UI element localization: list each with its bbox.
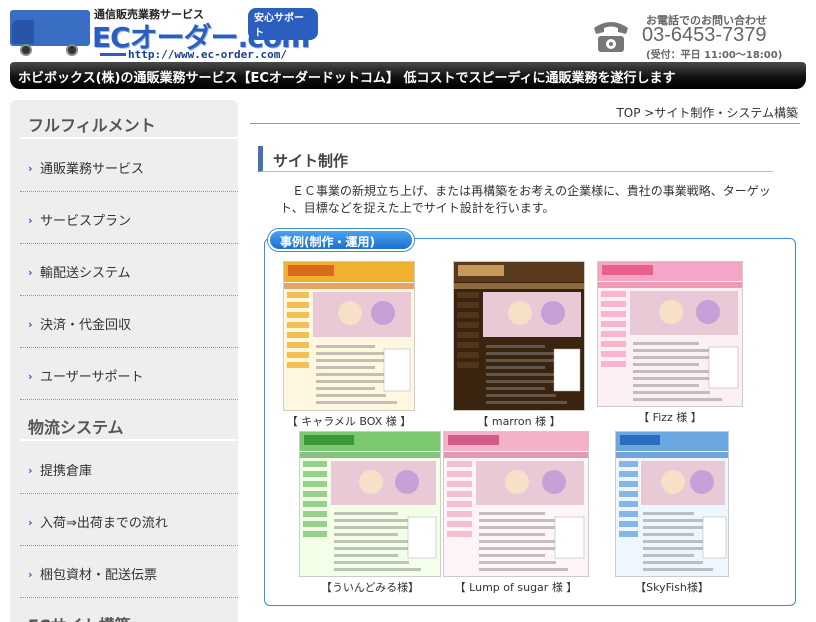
telephone-icon bbox=[594, 22, 628, 52]
sidebar-item-label: サービスプラン bbox=[40, 214, 132, 229]
sidebar-item-label: 入荷⇒出荷までの流れ bbox=[40, 516, 168, 531]
sidebar-section-title: フルフィルメント bbox=[28, 116, 156, 135]
intro-paragraph: ＥＣ事業の新規立ち上げ、または再構築をお考えの企業様に、貴社の事業戦略、ターゲッ… bbox=[280, 184, 771, 215]
divider bbox=[20, 137, 238, 139]
chevron-right-icon: › bbox=[28, 162, 33, 175]
sidebar-item[interactable]: › ユーザーサポート bbox=[20, 348, 238, 400]
case-caption[interactable]: 【 marron 様 】 bbox=[453, 413, 585, 429]
chevron-right-icon: › bbox=[28, 318, 33, 331]
site-screenshot-image bbox=[284, 262, 414, 404]
tagline-text: ホビボックス(株)の通販業務サービス【ECオーダードットコム】 低コストでスピー… bbox=[18, 71, 676, 86]
site-screenshot-image bbox=[300, 432, 440, 571]
case-caption[interactable]: 【 Lump of sugar 様 】 bbox=[443, 579, 589, 595]
sidebar-item-label: 輸配送システム bbox=[40, 266, 131, 281]
sidebar-item[interactable]: › 輸配送システム bbox=[20, 244, 238, 296]
wheel-icon bbox=[66, 44, 78, 56]
phone-contact: お電話でのお問い合わせ 03-6453-7379 (受付：平日 11:00～18… bbox=[590, 12, 810, 61]
case-caption[interactable]: 【 キャラメル BOX 様 】 bbox=[283, 413, 415, 429]
logo-url: http://www.ec-order.com/ bbox=[128, 48, 287, 61]
cases-panel: 【 キャラメル BOX 様 】 【 marron 様 】【 Fizz 様 】【うい… bbox=[264, 238, 796, 606]
case-caption[interactable]: 【SkyFish様】 bbox=[615, 579, 729, 595]
sidebar-section-heading: 物流システム bbox=[20, 408, 238, 441]
sidebar-item[interactable]: › 入荷⇒出荷までの流れ bbox=[20, 494, 238, 546]
sidebar-section-heading: ECサイト構築 bbox=[20, 606, 238, 622]
section-heading: サイト制作 bbox=[258, 146, 773, 172]
phone-hours: (受付：平日 11:00～18:00) bbox=[646, 50, 783, 61]
case-caption[interactable]: 【ういんどみる様】 bbox=[299, 579, 441, 595]
case-thumbnail[interactable] bbox=[615, 431, 729, 577]
sidebar-section-title: ECサイト構築 bbox=[28, 612, 131, 622]
sidebar-section-title: 物流システム bbox=[28, 418, 124, 437]
sidebar-section-heading: フルフィルメント bbox=[20, 106, 238, 139]
support-badge: 安心サポート bbox=[248, 8, 318, 40]
sidebar-item[interactable]: › 通販業務サービス bbox=[20, 140, 238, 192]
chevron-right-icon: › bbox=[28, 568, 33, 581]
sidebar-item-label: 通販業務サービス bbox=[40, 162, 145, 177]
sidebar-item[interactable]: › 決済・代金回収 bbox=[20, 296, 238, 348]
truck-cab-icon bbox=[12, 20, 34, 44]
tagline-banner: ホビボックス(株)の通販業務サービス【ECオーダードットコム】 低コストでスピー… bbox=[10, 62, 806, 89]
sidebar-item[interactable]: › サービスプラン bbox=[20, 192, 238, 244]
breadcrumb: TOP >サイト制作・システム構築 bbox=[250, 102, 800, 124]
sidebar-item-label: 決済・代金回収 bbox=[40, 318, 132, 333]
site-screenshot-image bbox=[598, 262, 742, 401]
phone-number[interactable]: 03-6453-7379 bbox=[642, 24, 767, 47]
wheel-icon bbox=[20, 44, 32, 56]
chevron-right-icon: › bbox=[28, 266, 33, 279]
site-screenshot-image bbox=[444, 432, 588, 571]
case-thumbnail[interactable] bbox=[453, 261, 585, 411]
chevron-right-icon: › bbox=[28, 214, 33, 227]
sidebar-item-label: 梱包資材・配送伝票 bbox=[40, 568, 158, 583]
site-screenshot-image bbox=[454, 262, 584, 404]
case-thumbnail[interactable] bbox=[283, 261, 415, 411]
sidebar: フルフィルメント › 通販業務サービス › サービスプラン › 輸配送システム › 決済・代金回… bbox=[10, 100, 238, 622]
chevron-right-icon: › bbox=[28, 370, 33, 383]
divider bbox=[20, 439, 238, 441]
breadcrumb-text[interactable]: TOP >サイト制作・システム構築 bbox=[616, 104, 798, 121]
site-screenshot-image bbox=[616, 432, 728, 571]
cases-tab: 事例(制作・運用) bbox=[268, 229, 414, 251]
url-arrow-icon bbox=[100, 53, 126, 56]
case-thumbnail[interactable] bbox=[443, 431, 589, 577]
chevron-right-icon: › bbox=[28, 464, 33, 477]
chevron-right-icon: › bbox=[28, 516, 33, 529]
cases-tab-label: 事例(制作・運用) bbox=[280, 235, 375, 249]
site-logo[interactable]: 通信販売業務サービス ECオーダー.com 安心サポート http://www.… bbox=[8, 4, 318, 61]
sidebar-item[interactable]: › 提携倉庫 bbox=[20, 442, 238, 494]
case-thumbnail[interactable] bbox=[299, 431, 441, 577]
case-caption[interactable]: 【 Fizz 様 】 bbox=[597, 409, 743, 425]
section-title: サイト制作 bbox=[273, 152, 349, 170]
site-header: 通信販売業務サービス ECオーダー.com 安心サポート http://www.… bbox=[0, 0, 816, 62]
sidebar-item[interactable]: › 梱包資材・配送伝票 bbox=[20, 546, 238, 598]
sidebar-item-label: 提携倉庫 bbox=[40, 464, 93, 479]
case-thumbnail[interactable] bbox=[597, 261, 743, 407]
sidebar-item-label: ユーザーサポート bbox=[40, 370, 144, 385]
